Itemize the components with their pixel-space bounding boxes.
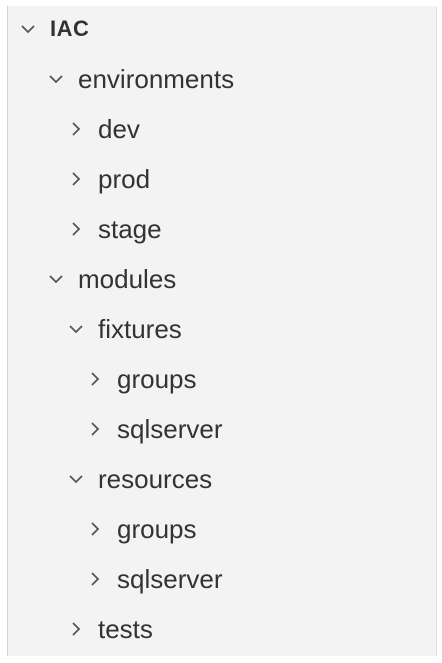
tree-item-fixtures[interactable]: fixtures xyxy=(8,306,436,352)
chevron-right-icon xyxy=(85,419,105,439)
chevron-right-icon xyxy=(85,569,105,589)
tree-item-label: resources xyxy=(98,463,213,494)
tree-item-label: stage xyxy=(98,213,162,244)
chevron-down-icon xyxy=(66,319,86,339)
tree-item-label: tests xyxy=(98,613,153,644)
chevron-right-icon xyxy=(85,519,105,539)
tree-item-tests[interactable]: tests xyxy=(8,606,436,652)
chevron-down-icon xyxy=(46,269,66,289)
chevron-down-icon xyxy=(18,19,38,39)
tree-item-resources-sqlserver[interactable]: sqlserver xyxy=(8,556,436,602)
tree-item-dev[interactable]: dev xyxy=(8,106,436,152)
tree-item-label: IAC xyxy=(50,16,90,41)
tree-item-label: modules xyxy=(78,263,177,294)
tree-item-modules[interactable]: modules xyxy=(8,256,436,302)
tree-item-fixtures-sqlserver[interactable]: sqlserver xyxy=(8,406,436,452)
tree-item-environments[interactable]: environments xyxy=(8,56,436,102)
chevron-down-icon xyxy=(46,69,66,89)
tree-item-label: sqlserver xyxy=(117,563,223,594)
tree-item-label: dev xyxy=(98,113,140,144)
tree-item-label: prod xyxy=(98,163,151,194)
tree-item-label: sqlserver xyxy=(117,413,223,444)
tree-item-fixtures-groups[interactable]: groups xyxy=(8,356,436,402)
tree-item-prod[interactable]: prod xyxy=(8,156,436,202)
chevron-right-icon xyxy=(66,119,86,139)
tree-root-iac[interactable]: IAC xyxy=(8,6,436,52)
chevron-down-icon xyxy=(66,469,86,489)
tree-item-label: groups xyxy=(117,363,197,394)
tree-item-label: environments xyxy=(78,63,235,94)
chevron-right-icon xyxy=(66,619,86,639)
tree-item-label: groups xyxy=(117,513,197,544)
tree-item-resources-groups[interactable]: groups xyxy=(8,506,436,552)
tree-item-resources[interactable]: resources xyxy=(8,456,436,502)
chevron-right-icon xyxy=(66,169,86,189)
file-explorer: IAC environments dev prod stage modules xyxy=(7,6,437,656)
chevron-right-icon xyxy=(66,219,86,239)
tree-item-label: fixtures xyxy=(98,313,182,344)
tree-item-stage[interactable]: stage xyxy=(8,206,436,252)
chevron-right-icon xyxy=(85,369,105,389)
